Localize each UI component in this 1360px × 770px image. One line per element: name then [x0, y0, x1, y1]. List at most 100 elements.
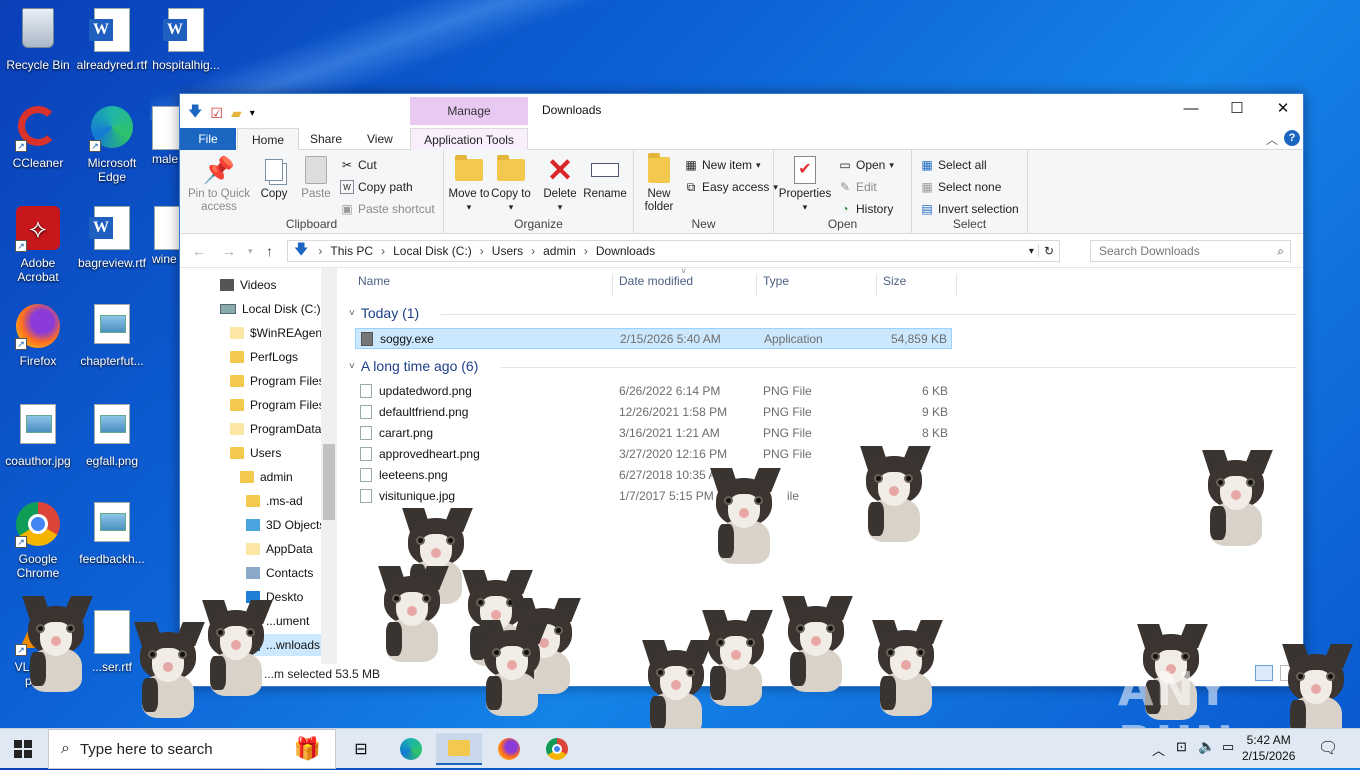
breadcrumb-users[interactable]: Users [488, 244, 527, 258]
history-button[interactable]: ◔ History [838, 202, 893, 216]
file-row[interactable]: defaultfriend.png 12/26/2021 1:58 PM PNG F… [355, 402, 952, 423]
copy-button[interactable]: Copy [254, 154, 294, 201]
network-icon[interactable]: ▭ [1222, 739, 1234, 755]
forward-arrow-icon[interactable]: → [222, 243, 236, 259]
windows-start-icon[interactable] [14, 740, 32, 758]
minimize-icon[interactable]: — [1168, 94, 1214, 124]
nav-item-program-files-x86[interactable]: Program Files [230, 394, 325, 416]
invert-selection-button[interactable]: ▤ Invert selection [920, 202, 1018, 216]
desktop-icon-alreadyred[interactable]: W alreadyred.rtf [74, 8, 150, 72]
taskbar-file-explorer-icon[interactable] [436, 733, 482, 765]
nav-item-3d-objects[interactable]: 3D Objects [246, 514, 325, 536]
customize-dropdown-icon[interactable]: ▾ [250, 108, 255, 119]
breadcrumb-local-disk[interactable]: Local Disk (C:) [389, 244, 476, 258]
manage-contextual-tab[interactable]: Manage [410, 97, 528, 125]
taskbar-clock[interactable]: 5:42 AM 2/15/2026 [1242, 732, 1295, 764]
edit-button[interactable]: ✎ Edit [838, 180, 877, 194]
help-icon[interactable]: ? [1284, 130, 1300, 146]
breadcrumb-admin[interactable]: admin [539, 244, 580, 258]
nav-item-program-files[interactable]: Program Files [230, 370, 325, 392]
column-type[interactable]: Type [763, 274, 789, 288]
properties-button[interactable]: ✔ Properties ▾ [778, 154, 832, 214]
down-arrow-icon[interactable]: 🡇 [188, 101, 202, 125]
tab-home[interactable]: Home [237, 128, 300, 150]
meet-now-icon[interactable]: ⊡ [1176, 739, 1187, 755]
desktop-icon-coauthor[interactable]: coauthor.jpg [0, 404, 76, 468]
up-arrow-icon[interactable]: ↑ [266, 243, 273, 259]
tab-file[interactable]: File [180, 128, 236, 150]
pin-quick-access-button[interactable]: 📌 Pin to Quick access [186, 154, 252, 214]
nav-item-winreagent[interactable]: $WinREAgent [230, 322, 325, 344]
move-to-button[interactable]: Move to ▾ [448, 154, 490, 214]
group-header-today[interactable]: ˅ Today (1) [349, 305, 419, 321]
desktop-icon-ccleaner[interactable]: ↗ CCleaner [0, 106, 76, 170]
cut-button[interactable]: ✂ Cut [340, 158, 377, 172]
file-row[interactable]: updatedword.png 6/26/2022 6:14 PM PNG File… [355, 381, 952, 402]
tab-share[interactable]: Share [296, 128, 356, 150]
title-bar[interactable]: 🡇 ☑ ▰ ▾ Manage Downloads — ☐ ✕ [180, 94, 1303, 128]
file-explorer-window[interactable]: 🡇 ☑ ▰ ▾ Manage Downloads — ☐ ✕ File Home… [179, 93, 1304, 687]
taskbar-edge-icon[interactable] [388, 733, 434, 765]
nav-item-users[interactable]: Users [230, 442, 281, 464]
paste-button[interactable]: Paste [296, 154, 336, 201]
nav-item-appdata[interactable]: AppData [246, 538, 313, 560]
paste-shortcut-button[interactable]: ▣ Paste shortcut [340, 202, 434, 216]
open-button[interactable]: ▭ Open ▾ [838, 158, 894, 172]
task-view-icon[interactable]: ⊟ [338, 733, 384, 765]
breadcrumb-this-pc[interactable]: This PC [326, 244, 377, 258]
taskbar-firefox-icon[interactable] [486, 733, 532, 765]
column-name[interactable]: Name [358, 274, 390, 288]
taskbar-chrome-icon[interactable] [534, 733, 580, 765]
desktop-icon-recycle-bin[interactable]: Recycle Bin [0, 8, 76, 72]
taskbar-search-input[interactable]: ⌕ Type here to search 🎁 [48, 729, 336, 769]
desktop-icon-adobe-acrobat[interactable]: ⟡ ↗ Adobe Acrobat [0, 206, 76, 284]
nav-scrollbar-thumb[interactable] [323, 444, 335, 520]
nav-item-videos[interactable]: Videos [220, 274, 276, 296]
volume-icon[interactable]: 🔈 [1198, 738, 1215, 755]
rename-button[interactable]: Rename [582, 154, 628, 201]
new-folder-button[interactable]: New folder [636, 153, 682, 214]
delete-button[interactable]: ✕ Delete ▾ [538, 154, 582, 214]
desktop-icon-edge[interactable]: ↗ Microsoft Edge [74, 106, 150, 184]
desktop-icon-egfall[interactable]: egfall.png [74, 404, 150, 468]
column-size[interactable]: Size [883, 274, 906, 288]
easy-access-button[interactable]: ⧉ Easy access ▾ [684, 180, 778, 195]
desktop-icon-wine[interactable]: wine [142, 206, 190, 266]
address-bar[interactable]: 🡇 › This PC › Local Disk (C:) › Users › … [287, 240, 1060, 262]
file-row-soggy-exe[interactable]: soggy.exe 2/15/2026 5:40 AM Application … [355, 328, 952, 349]
desktop-icon-feedbackh[interactable]: feedbackh... [74, 502, 150, 566]
nav-item-programdata[interactable]: ProgramData [230, 418, 321, 440]
nav-item-local-disk[interactable]: Local Disk (C:) [220, 298, 321, 320]
group-header-long-ago[interactable]: ˅ A long time ago (6) [349, 358, 478, 374]
maximize-icon[interactable]: ☐ [1214, 94, 1260, 124]
desktop-icon-hospitalhig[interactable]: W hospitalhig... [148, 8, 224, 72]
desktop-icon-firefox[interactable]: ↗ Firefox [0, 304, 76, 368]
recent-locations-icon[interactable]: ▾ [248, 246, 253, 257]
nav-item-admin[interactable]: admin [240, 466, 293, 488]
desktop-icon-chapterfut[interactable]: chapterfut... [74, 304, 150, 368]
nav-item-contacts[interactable]: Contacts [246, 562, 313, 584]
tab-application-tools[interactable]: Application Tools [410, 128, 528, 150]
select-none-button[interactable]: ▦ Select none [920, 180, 1001, 194]
desktop-icon-male[interactable]: male [140, 106, 188, 166]
refresh-icon[interactable]: ↻ [1037, 244, 1059, 258]
select-all-button[interactable]: ▦ Select all [920, 158, 986, 172]
copy-path-button[interactable]: W Copy path [340, 180, 413, 194]
nav-item-perflogs[interactable]: PerfLogs [230, 346, 298, 368]
notifications-icon[interactable]: 🗨 [1318, 738, 1338, 758]
desktop-icon-bagreview[interactable]: W bagreview.rtf [74, 206, 150, 270]
new-item-button[interactable]: ▦ New item ▾ [684, 158, 760, 172]
breadcrumb-downloads[interactable]: Downloads [592, 244, 659, 258]
collapse-ribbon-icon[interactable]: ︿ [1266, 131, 1278, 148]
address-dropdown-icon[interactable]: ▾ [1025, 246, 1038, 257]
close-icon[interactable]: ✕ [1260, 94, 1306, 124]
copy-to-button[interactable]: Copy to ▾ [490, 154, 532, 214]
properties-check-icon[interactable]: ☑ [210, 105, 223, 122]
desktop-icon-google-chrome[interactable]: ↗ Google Chrome [0, 502, 76, 580]
show-hidden-icons-chevron-icon[interactable]: ︿ [1152, 740, 1165, 759]
back-arrow-icon[interactable]: ← [192, 243, 206, 259]
tab-view[interactable]: View [353, 128, 407, 150]
search-input[interactable]: Search Downloads ⌕ [1090, 240, 1291, 262]
column-date-modified[interactable]: Date modified [619, 274, 693, 288]
nav-item-ms-ad[interactable]: .ms-ad [246, 490, 303, 512]
